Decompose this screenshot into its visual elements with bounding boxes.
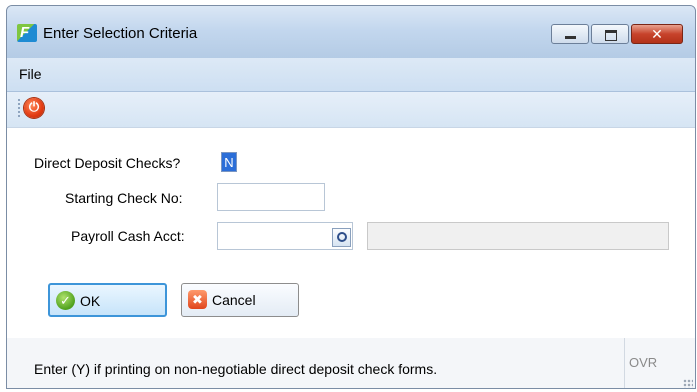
minimize-icon bbox=[552, 25, 588, 43]
status-bar: Enter (Y) if printing on non-negotiable … bbox=[7, 338, 695, 388]
cancel-label: Cancel bbox=[212, 292, 256, 308]
window-title: Enter Selection Criteria bbox=[43, 25, 198, 42]
toolbar bbox=[7, 92, 695, 127]
app-icon: F bbox=[17, 24, 37, 42]
cancel-button[interactable]: Cancel bbox=[181, 283, 299, 317]
menu-bar: File bbox=[7, 58, 695, 92]
check-icon bbox=[56, 291, 75, 310]
maximize-icon bbox=[592, 25, 628, 43]
dialog-window: F Enter Selection Criteria ✕ File Direct… bbox=[6, 5, 696, 389]
direct-deposit-field[interactable]: N bbox=[221, 152, 237, 172]
search-icon[interactable] bbox=[332, 228, 351, 247]
starting-check-label: Starting Check No: bbox=[65, 190, 183, 206]
toolbar-grip[interactable] bbox=[18, 99, 20, 119]
menu-file[interactable]: File bbox=[19, 66, 42, 82]
close-button[interactable]: ✕ bbox=[631, 24, 683, 44]
maximize-button[interactable] bbox=[591, 24, 629, 44]
app-icon-letter: F bbox=[20, 24, 30, 41]
cancel-icon bbox=[188, 290, 207, 309]
title-bar[interactable]: F Enter Selection Criteria ✕ bbox=[7, 6, 695, 58]
overwrite-mode-indicator: OVR bbox=[629, 355, 658, 370]
close-icon: ✕ bbox=[651, 26, 663, 42]
status-separator bbox=[624, 338, 625, 388]
ok-button[interactable]: OK bbox=[48, 283, 167, 317]
power-icon[interactable] bbox=[24, 98, 44, 118]
status-message: Enter (Y) if printing on non-negotiable … bbox=[34, 361, 438, 377]
starting-check-field[interactable] bbox=[217, 183, 325, 211]
ok-label: OK bbox=[80, 293, 101, 309]
payroll-cash-label: Payroll Cash Acct: bbox=[71, 228, 185, 244]
resize-grip-icon[interactable] bbox=[683, 379, 693, 388]
direct-deposit-label: Direct Deposit Checks? bbox=[34, 155, 181, 171]
payroll-cash-description bbox=[367, 222, 669, 250]
form-area: Direct Deposit Checks? N Starting Check … bbox=[7, 127, 695, 388]
minimize-button[interactable] bbox=[551, 24, 589, 44]
